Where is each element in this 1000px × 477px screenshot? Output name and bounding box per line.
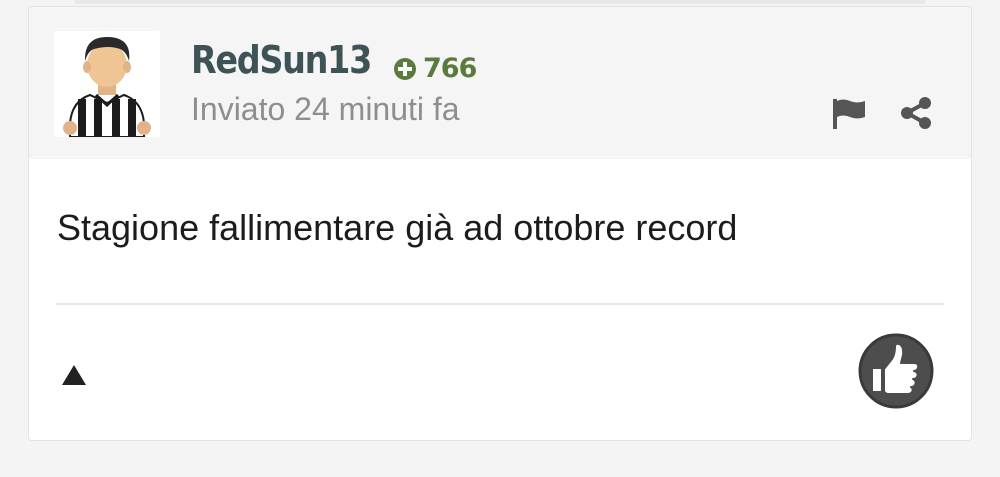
username[interactable]: RedSun13	[191, 41, 372, 79]
share-button[interactable]	[899, 95, 933, 131]
avatar[interactable]	[54, 31, 160, 138]
previous-card-edge	[75, 0, 925, 4]
points-value: 766	[423, 53, 477, 84]
comment-header: RedSun13 766 Inviato 24 minuti fa	[29, 7, 971, 159]
thumbs-up-icon	[858, 333, 934, 409]
footballer-avatar-icon	[63, 37, 151, 138]
plus-circle-icon	[394, 57, 416, 80]
expand-replies-button[interactable]	[61, 363, 87, 387]
triangle-up-icon	[62, 365, 86, 385]
share-icon	[901, 97, 931, 129]
divider	[56, 303, 944, 305]
report-button[interactable]	[831, 97, 867, 129]
user-points: 766	[393, 53, 477, 84]
comment-card: RedSun13 766 Inviato 24 minuti fa Stagio…	[28, 6, 972, 441]
comment-text: Stagione fallimentare già ad ottobre rec…	[57, 207, 738, 248]
like-button[interactable]	[857, 332, 935, 410]
post-timestamp: Inviato 24 minuti fa	[191, 91, 460, 127]
flag-icon	[833, 99, 865, 129]
